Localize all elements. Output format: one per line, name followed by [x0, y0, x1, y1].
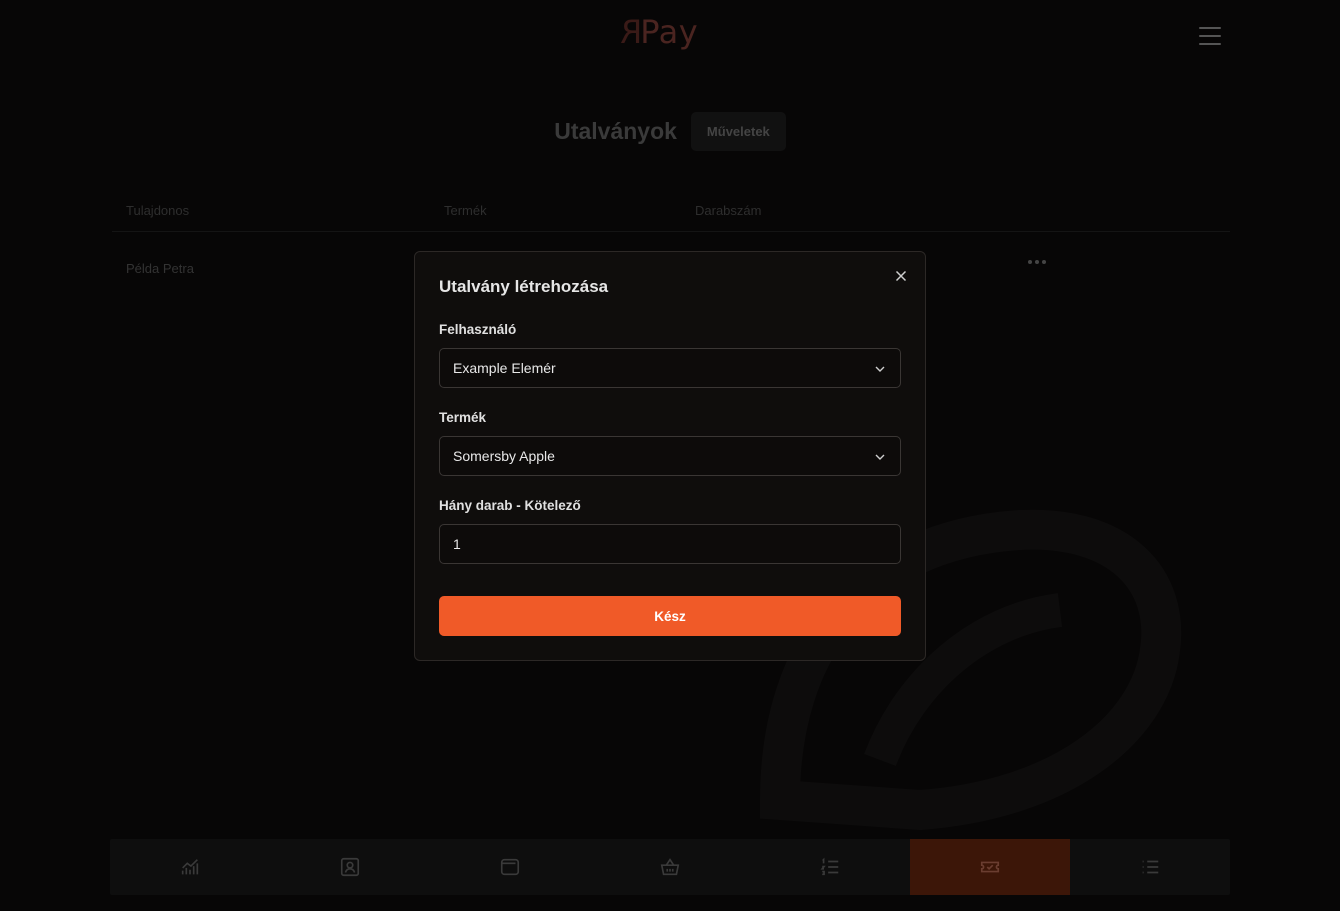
nav-item-wallet[interactable]	[430, 839, 590, 895]
quantity-input-value: 1	[453, 536, 461, 552]
logo-mark: R	[620, 13, 643, 51]
user-field-label: Felhasználó	[439, 322, 517, 337]
product-select[interactable]: Somersby Apple	[439, 436, 901, 476]
product-field-label: Termék	[439, 410, 487, 425]
column-header-owner[interactable]: Tulajdonos	[126, 203, 189, 218]
row-more-icon[interactable]	[1028, 260, 1046, 264]
nav-item-products[interactable]	[590, 839, 750, 895]
quantity-field-label: Hány darab - Kötelező	[439, 498, 581, 513]
ticket-icon	[980, 861, 1000, 873]
hamburger-menu-icon[interactable]	[1199, 27, 1221, 45]
list-icon	[1142, 860, 1159, 874]
submit-button[interactable]: Kész	[439, 596, 901, 636]
user-select-value: Example Elemér	[453, 360, 556, 376]
logo-text: Pay	[640, 13, 699, 51]
quantity-input[interactable]: 1	[439, 524, 901, 564]
dialog-title: Utalvány létrehozása	[439, 277, 609, 296]
nav-item-vouchers[interactable]	[910, 839, 1070, 895]
user-select[interactable]: Example Elemér	[439, 348, 901, 388]
user-card-icon	[340, 857, 360, 877]
nav-item-users[interactable]	[270, 839, 430, 895]
row-owner: Példa Petra	[126, 260, 194, 276]
table-header: Tulajdonos Termék Darabszám	[112, 190, 1230, 232]
column-header-count[interactable]: Darabszám	[695, 203, 761, 218]
app-logo[interactable]: R Pay	[620, 13, 699, 51]
chevron-down-icon	[875, 454, 885, 460]
bottom-nav	[110, 839, 1230, 895]
nav-item-statistics[interactable]	[110, 839, 270, 895]
nav-item-orders[interactable]	[750, 839, 910, 895]
actions-button[interactable]: Műveletek	[690, 112, 786, 151]
chart-icon	[181, 859, 199, 875]
create-voucher-dialog: Utalvány létrehozása Felhasználó Example…	[414, 251, 926, 661]
chevron-down-icon	[875, 366, 885, 372]
page-title: Utalványok	[554, 118, 677, 144]
close-icon[interactable]	[893, 268, 909, 284]
column-header-product[interactable]: Termék	[444, 203, 487, 218]
nav-item-list[interactable]	[1070, 839, 1230, 895]
basket-icon	[660, 858, 680, 876]
app-page: R Pay Utalványok Műveletek Tulajdonos Te…	[0, 0, 1340, 911]
page-header: Utalványok Műveletek	[0, 112, 1340, 151]
product-select-value: Somersby Apple	[453, 448, 555, 464]
ordered-list-icon	[820, 857, 839, 876]
wallet-icon	[500, 858, 520, 876]
